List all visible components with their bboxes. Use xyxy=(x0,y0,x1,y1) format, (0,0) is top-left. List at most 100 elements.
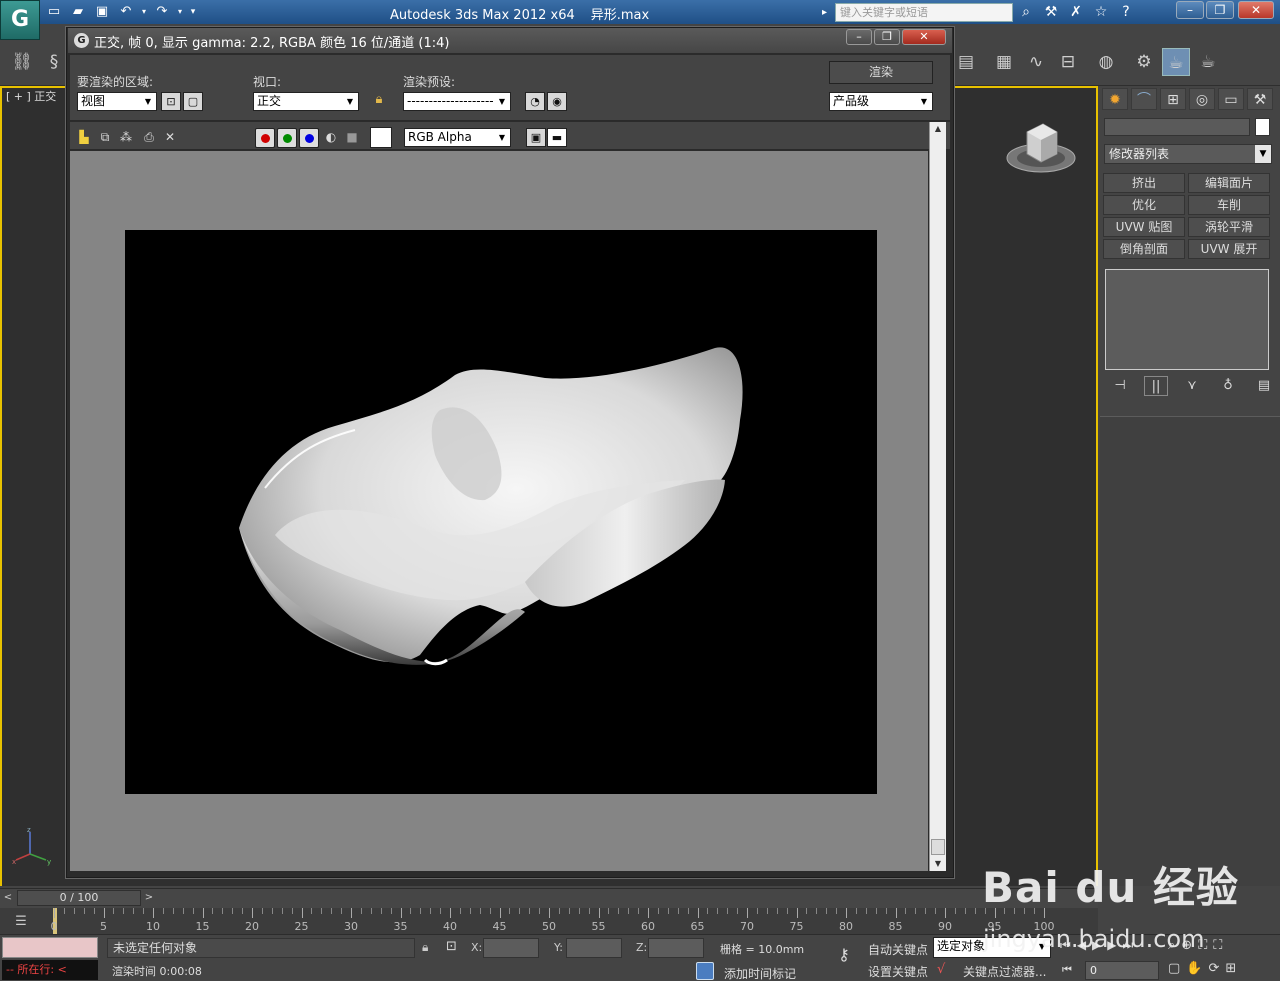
modifier-button-optimize[interactable]: 优化 xyxy=(1103,195,1185,215)
add-time-tag[interactable]: 添加时间标记 xyxy=(724,965,796,981)
object-color-swatch[interactable] xyxy=(1255,118,1270,136)
absolute-mode-icon[interactable]: ⊡ xyxy=(446,939,464,957)
time-slider-prev-icon[interactable]: < xyxy=(0,889,16,907)
set-key-button[interactable]: 设置关键点 xyxy=(868,963,928,980)
make-unique-icon[interactable]: ⋎ xyxy=(1180,376,1204,396)
orbit-icon[interactable]: ⟳ xyxy=(1208,961,1219,976)
y-coord-field[interactable] xyxy=(566,938,622,958)
undo-icon[interactable]: ↶ xyxy=(116,2,136,22)
pin-stack-icon[interactable]: ⊣ xyxy=(1108,376,1132,396)
display-tab-icon[interactable]: ▭ xyxy=(1218,88,1244,110)
mini-curve-editor-icon[interactable]: ☰ xyxy=(6,911,36,933)
selection-lock-icon[interactable]: 🔒︎ xyxy=(422,940,428,955)
open-file-icon[interactable]: ▰ xyxy=(68,2,88,22)
copy-image-icon[interactable]: ⁂ xyxy=(117,128,135,146)
modifier-button-edit-patch[interactable]: 编辑面片 xyxy=(1188,173,1270,193)
clear-image-icon[interactable]: ✕ xyxy=(161,128,179,146)
unlink-icon[interactable]: § xyxy=(40,48,68,76)
modifier-button-extrude[interactable]: 挤出 xyxy=(1103,173,1185,193)
material-editor-icon[interactable]: ◍ xyxy=(1092,48,1120,76)
search-input[interactable]: 键入关键字或短语 xyxy=(835,3,1013,22)
render-preset-dropdown[interactable]: -------------------- ▼ xyxy=(403,92,511,111)
schematic-view-icon[interactable]: ⊟ xyxy=(1054,48,1082,76)
motion-tab-icon[interactable]: ◎ xyxy=(1189,88,1215,110)
render-quality-dropdown[interactable]: 产品级 ▼ xyxy=(829,92,933,111)
modifier-button-uvw-map[interactable]: UVW 贴图 xyxy=(1103,217,1185,237)
background-color-swatch[interactable] xyxy=(370,127,392,148)
utilities-tab-icon[interactable]: ⚒ xyxy=(1247,88,1273,110)
maximize-button[interactable]: ❐ xyxy=(1206,1,1234,19)
z-coord-field[interactable] xyxy=(648,938,704,958)
auto-region-icon[interactable]: ▢ xyxy=(183,92,203,111)
zoom-extents-all-icon[interactable]: ⛶ xyxy=(1213,938,1222,953)
scrollbar-thumb[interactable] xyxy=(931,839,945,855)
modifier-stack[interactable] xyxy=(1105,269,1269,370)
time-tag-icon[interactable] xyxy=(696,962,714,980)
viewcube-icon[interactable] xyxy=(1005,118,1077,176)
key-filters-button[interactable]: 关键点过滤器... xyxy=(963,963,1046,980)
time-slider-thumb[interactable]: 0 / 100 xyxy=(17,890,141,906)
field-of-view-icon[interactable]: ▢ xyxy=(1168,961,1180,976)
render-window-scrollbar[interactable]: ▲ ▼ xyxy=(929,122,946,871)
hierarchy-tab-icon[interactable]: ⊞ xyxy=(1160,88,1186,110)
display-channel-dropdown[interactable]: RGB Alpha ▼ xyxy=(404,128,511,147)
modify-tab-icon[interactable]: ⌒ xyxy=(1131,88,1157,110)
communication-icon[interactable]: ✗ xyxy=(1066,2,1086,22)
red-channel-toggle[interactable] xyxy=(255,128,275,148)
customize-toolbar-icon[interactable]: ▾ xyxy=(188,2,198,22)
time-slider-track[interactable] xyxy=(0,888,1098,908)
monochrome-icon[interactable]: ■ xyxy=(343,128,361,146)
render-window-close-button[interactable]: ✕ xyxy=(902,29,946,45)
search-expand-icon[interactable]: ▸ xyxy=(822,3,834,22)
green-channel-toggle[interactable] xyxy=(277,128,297,148)
frame-ruler[interactable]: 0 5 10 15 20 25 30 35 40 45 50 55 60 65 70 75 80 85 90 95 10… xyxy=(51,908,1055,934)
render-production-icon[interactable]: ☕ xyxy=(1194,48,1222,76)
modifier-button-turbosmooth[interactable]: 涡轮平滑 xyxy=(1188,217,1270,237)
key-mode-icon[interactable]: ⏮ xyxy=(1062,963,1072,977)
scroll-up-icon[interactable]: ▲ xyxy=(930,122,946,136)
blue-channel-toggle[interactable] xyxy=(299,128,319,148)
binoculars-icon[interactable]: ⌕ xyxy=(1016,2,1036,22)
show-end-result-icon[interactable]: || xyxy=(1144,376,1168,396)
x-coord-field[interactable] xyxy=(483,938,539,958)
render-setup-icon[interactable]: ⚙ xyxy=(1130,48,1158,76)
help-icon[interactable]: ? xyxy=(1116,2,1136,22)
redo-icon[interactable]: ↷ xyxy=(152,2,172,22)
clone-window-icon[interactable]: ⧉ xyxy=(96,128,114,146)
alpha-channel-icon[interactable]: ◐ xyxy=(322,128,340,146)
area-to-render-dropdown[interactable]: 视图 ▼ xyxy=(77,92,157,111)
modifier-button-lathe[interactable]: 车削 xyxy=(1188,195,1270,215)
toggle-ui-overlay-icon[interactable]: ▣ xyxy=(526,128,546,147)
render-button[interactable]: 渲染 xyxy=(829,61,933,84)
maximize-viewport-icon[interactable]: ⊞ xyxy=(1225,961,1236,976)
print-image-icon[interactable]: ⎙ xyxy=(140,128,158,146)
layer-manager-icon[interactable]: ▤ xyxy=(952,48,980,76)
subscription-icon[interactable]: ⚒ xyxy=(1041,2,1061,22)
minimize-button[interactable]: – xyxy=(1176,1,1204,19)
lock-viewport-icon[interactable]: 🔒︎ xyxy=(369,92,389,111)
object-name-field[interactable] xyxy=(1104,118,1250,136)
render-window-minimize-button[interactable]: – xyxy=(846,29,872,45)
maxscript-mini-listener[interactable] xyxy=(2,937,98,958)
modifier-list-dropdown[interactable]: 修改器列表 ▼ xyxy=(1104,144,1272,164)
save-image-icon[interactable]: ▙ xyxy=(75,128,93,146)
current-frame-field[interactable]: 0 xyxy=(1085,961,1159,980)
auto-key-button[interactable]: 自动关键点 xyxy=(868,941,928,958)
undo-dropdown-icon[interactable]: ▾ xyxy=(140,2,148,22)
pan-view-icon[interactable]: ✋ xyxy=(1186,961,1202,976)
app-menu-button[interactable]: G xyxy=(0,0,40,40)
toggle-ui-icon[interactable]: ▬ xyxy=(547,128,567,147)
save-file-icon[interactable]: ▣ xyxy=(92,2,112,22)
modifier-button-bevel-profile[interactable]: 倒角剖面 xyxy=(1103,239,1185,259)
create-tab-icon[interactable]: ✹ xyxy=(1102,88,1128,110)
viewport-select-dropdown[interactable]: 正交 ▼ xyxy=(253,92,359,111)
redo-dropdown-icon[interactable]: ▾ xyxy=(176,2,184,22)
new-file-icon[interactable]: ▭ xyxy=(44,2,64,22)
graphite-toggle-icon[interactable]: ▦ xyxy=(990,48,1018,76)
edit-region-icon[interactable]: ⊡ xyxy=(161,92,181,111)
link-icon[interactable]: ⛓ xyxy=(8,48,36,76)
favorites-star-icon[interactable]: ☆ xyxy=(1091,2,1111,22)
modifier-button-unwrap-uvw[interactable]: UVW 展开 xyxy=(1188,239,1270,259)
environment-effects-icon[interactable]: ◉ xyxy=(547,92,567,111)
render-window-maximize-button[interactable]: ❐ xyxy=(874,29,900,45)
